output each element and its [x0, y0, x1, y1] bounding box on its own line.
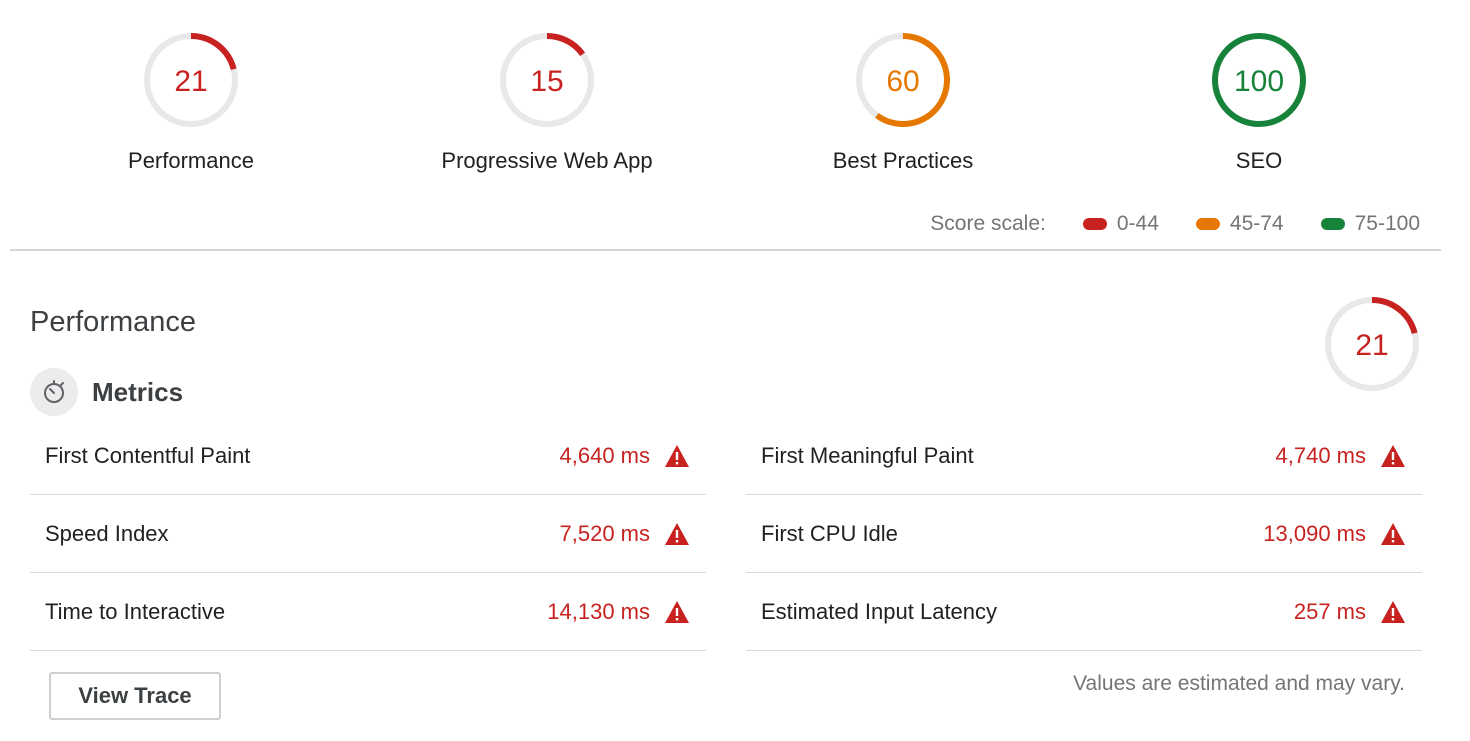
metric-value: 4,740 ms: [1275, 442, 1367, 468]
metrics-column-left: First Contentful Paint 4,640 ms Speed In…: [30, 417, 706, 651]
gauge-ring: 15: [500, 33, 594, 127]
performance-score-gauge: 21: [1324, 296, 1420, 397]
section-title: Performance: [30, 306, 197, 338]
gauge-ring: 21: [1325, 297, 1419, 391]
gauge-label: Best Practices: [832, 148, 974, 173]
warning-triangle-icon: [665, 600, 689, 623]
gauge-performance[interactable]: 21 Performance: [41, 32, 341, 174]
metrics-column-right: First Meaningful Paint 4,740 ms First CP…: [746, 417, 1422, 651]
score-scale-label: Score scale:: [930, 212, 1046, 235]
metrics-title: Metrics: [92, 376, 184, 407]
scale-range-text: 45-74: [1229, 212, 1284, 235]
metric-name: First Contentful Paint: [45, 442, 251, 468]
stopwatch-icon: [30, 368, 78, 416]
scale-pill: [1195, 218, 1220, 230]
metric-row: First CPU Idle 13,090 ms: [746, 495, 1422, 573]
gauge-label: Progressive Web App: [441, 148, 653, 173]
metric-row: Estimated Input Latency 257 ms: [746, 573, 1422, 651]
scale-range-text: 75-100: [1354, 212, 1420, 235]
scale-pill: [1082, 218, 1107, 230]
metric-name: Speed Index: [45, 520, 169, 546]
gauge-label: SEO: [1235, 148, 1283, 173]
gauge-pwa[interactable]: 15 Progressive Web App: [397, 32, 697, 174]
gauge-label: Performance: [128, 148, 254, 173]
metric-value: 4,640 ms: [559, 442, 651, 468]
estimate-note: Values are estimated and may vary.: [1073, 672, 1405, 695]
warning-triangle-icon: [1381, 444, 1405, 467]
metric-name: Estimated Input Latency: [761, 598, 998, 624]
metric-row: First Meaningful Paint 4,740 ms: [746, 417, 1422, 495]
score-scale: Score scale: 0-44 45-74 75-100: [930, 212, 1420, 236]
scale-range-pass: 75-100: [1320, 212, 1420, 236]
metrics-header: Metrics: [30, 368, 183, 416]
gauge-score: 21: [1355, 329, 1388, 362]
metric-row: First Contentful Paint 4,640 ms: [30, 417, 706, 495]
warning-triangle-icon: [1381, 522, 1405, 545]
warning-triangle-icon: [665, 444, 689, 467]
metric-name: First Meaningful Paint: [761, 442, 974, 468]
scale-range-average: 45-74: [1195, 212, 1284, 236]
metric-value: 13,090 ms: [1263, 520, 1366, 546]
scale-range-text: 0-44: [1116, 212, 1159, 235]
metric-row: Time to Interactive 14,130 ms: [30, 573, 706, 651]
metric-name: Time to Interactive: [45, 598, 226, 624]
section-divider: [10, 249, 1441, 251]
gauge-score: 100: [1234, 65, 1284, 98]
warning-triangle-icon: [665, 522, 689, 545]
gauge-score: 15: [530, 65, 563, 98]
gauge-seo[interactable]: 100 SEO: [1109, 32, 1409, 174]
gauge-ring: 21: [144, 33, 238, 127]
metric-value: 7,520 ms: [559, 520, 651, 546]
gauge-best-practices[interactable]: 60 Best Practices: [753, 32, 1053, 174]
metric-value: 257 ms: [1293, 598, 1366, 624]
gauge-score: 60: [886, 65, 919, 98]
gauge-score: 21: [174, 65, 207, 98]
view-trace-button[interactable]: View Trace: [49, 672, 221, 720]
metric-name: First CPU Idle: [761, 520, 898, 546]
metric-value: 14,130 ms: [547, 598, 650, 624]
gauge-ring: 100: [1212, 33, 1306, 127]
gauge-ring: 60: [856, 33, 950, 127]
warning-triangle-icon: [1381, 600, 1405, 623]
metric-row: Speed Index 7,520 ms: [30, 495, 706, 573]
scale-range-fail: 0-44: [1082, 212, 1159, 236]
scale-pill: [1320, 218, 1345, 230]
